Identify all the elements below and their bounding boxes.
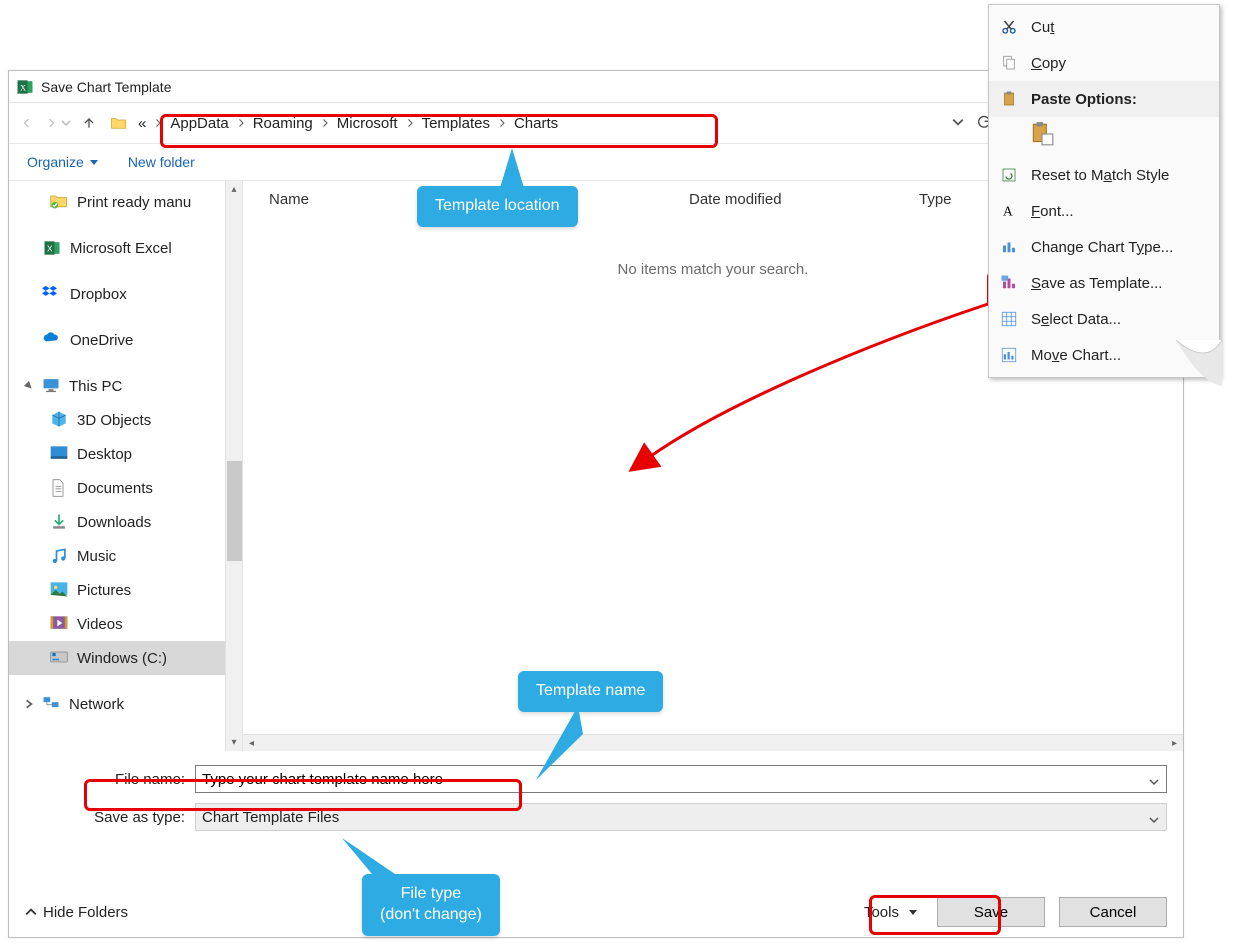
chart-type-icon (999, 237, 1019, 257)
ctx-paste-options-header: Paste Options: (989, 81, 1219, 117)
tree-item-music[interactable]: Music (9, 539, 242, 573)
nav-scrollbar[interactable]: ▴▾ (225, 181, 242, 751)
clipboard-icon (999, 89, 1019, 109)
svg-text:X: X (47, 243, 53, 253)
scissors-icon (999, 17, 1019, 37)
new-folder-button[interactable]: New folder (128, 154, 195, 170)
address-dropdown[interactable] (948, 115, 968, 131)
navigation-pane: Print ready manu XMicrosoft Excel Dropbo… (9, 181, 242, 751)
save-button[interactable]: Save (937, 897, 1045, 927)
content-hscrollbar[interactable]: ◂▸ (243, 734, 1183, 751)
breadcrumb-charts[interactable]: Charts (510, 113, 562, 134)
save-as-type-label: Save as type: (25, 809, 195, 826)
tree-item-desktop[interactable]: Desktop (9, 437, 242, 471)
svg-text:A: A (1003, 204, 1013, 219)
page-curl-decoration (1176, 340, 1222, 386)
tree-item-windows-c[interactable]: Windows (C:) (9, 641, 242, 675)
save-as-type-select[interactable]: Chart Template Files (195, 803, 1167, 831)
cancel-button[interactable]: Cancel (1059, 897, 1167, 927)
tree-item-excel[interactable]: XMicrosoft Excel (9, 231, 242, 265)
caret-down-icon (90, 160, 98, 165)
file-name-input[interactable] (195, 765, 1167, 793)
tree-item-network[interactable]: Network (9, 687, 242, 721)
save-template-icon (999, 273, 1019, 293)
column-modified-header[interactable]: Date modified (689, 191, 919, 208)
breadcrumb-microsoft[interactable]: Microsoft (333, 113, 402, 134)
breadcrumb-appdata[interactable]: AppData (166, 113, 232, 134)
address-bar[interactable]: « AppData Roaming Microsoft Templates Ch… (103, 108, 944, 138)
ctx-reset-style[interactable]: Reset to Match Style (989, 157, 1219, 193)
ctx-change-chart-type[interactable]: Change Chart Type... (989, 229, 1219, 265)
tree-item-downloads[interactable]: Downloads (9, 505, 242, 539)
tools-button[interactable]: Tools (864, 904, 917, 921)
organize-button[interactable]: Organize (27, 154, 98, 170)
breadcrumb-roaming[interactable]: Roaming (249, 113, 317, 134)
ctx-font[interactable]: A Font... (989, 193, 1219, 229)
folder-icon (110, 115, 128, 131)
tree-item-dropbox[interactable]: Dropbox (9, 277, 242, 311)
tree-item-videos[interactable]: Videos (9, 607, 242, 641)
tree-item-pictures[interactable]: Pictures (9, 573, 242, 607)
ctx-paste-option-chip[interactable] (989, 117, 1219, 157)
breadcrumb-templates[interactable]: Templates (418, 113, 494, 134)
ctx-copy[interactable]: Copy (989, 45, 1219, 81)
tree-item-documents[interactable]: Documents (9, 471, 242, 505)
nav-up-button[interactable] (79, 113, 99, 133)
copy-icon (999, 53, 1019, 73)
callout-template-location: Template location (417, 186, 578, 227)
dialog-title: Save Chart Template (41, 79, 171, 95)
svg-text:X: X (20, 83, 26, 92)
ctx-select-data[interactable]: Select Data... (989, 301, 1219, 337)
font-icon: A (999, 201, 1019, 221)
hide-folders-button[interactable]: Hide Folders (25, 904, 128, 921)
tree-item-print-ready[interactable]: Print ready manu (9, 185, 242, 219)
nav-back-button[interactable] (17, 113, 37, 133)
ctx-save-as-template[interactable]: Save as Template... (989, 265, 1219, 301)
move-chart-icon (999, 345, 1019, 365)
chart-context-menu: Cut Copy Paste Options: Reset to Match S… (988, 4, 1220, 378)
breadcrumb-ellipsis[interactable]: « (134, 113, 150, 134)
tree-item-onedrive[interactable]: OneDrive (9, 323, 242, 357)
file-name-label: File name: (25, 771, 195, 788)
reset-style-icon (999, 165, 1019, 185)
nav-forward-button[interactable] (41, 113, 61, 133)
select-data-icon (999, 309, 1019, 329)
nav-history-dropdown[interactable] (61, 115, 71, 131)
ctx-cut[interactable]: Cut (989, 9, 1219, 45)
tree-item-3d-objects[interactable]: 3D Objects (9, 403, 242, 437)
tree-item-this-pc[interactable]: This PC (9, 369, 242, 403)
excel-icon: X (15, 77, 35, 97)
